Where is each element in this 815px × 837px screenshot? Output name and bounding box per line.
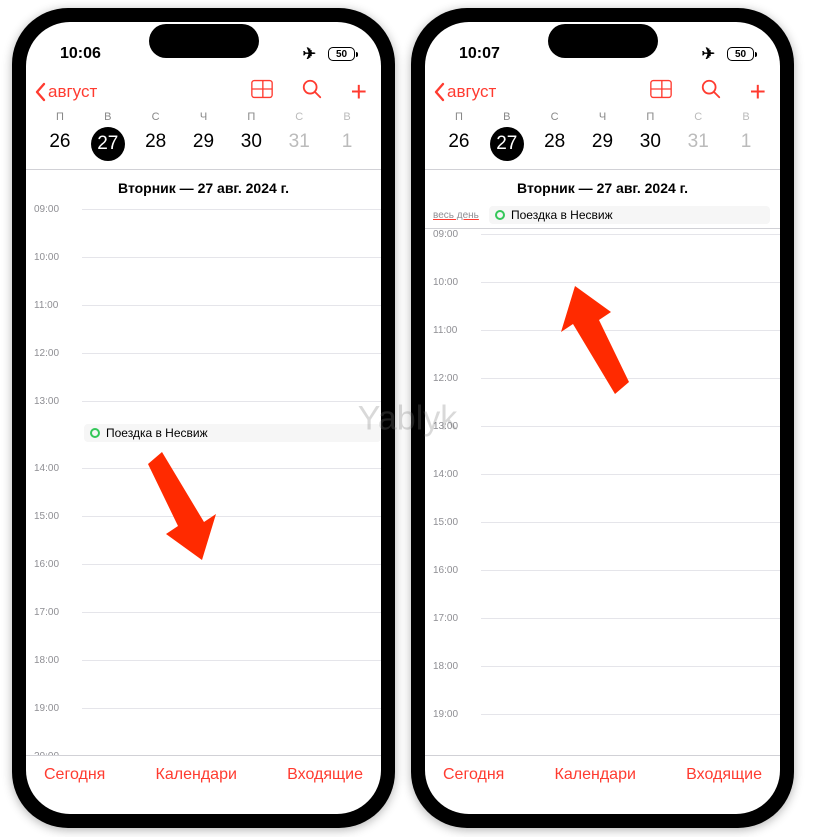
date-cell[interactable]: 29 <box>180 127 228 161</box>
hour-label: 12:00 <box>34 348 82 359</box>
annotation-arrow-icon <box>543 274 633 409</box>
hour-label: 14:00 <box>34 463 82 474</box>
hour-label: 16:00 <box>34 559 82 570</box>
hour-label: 13:00 <box>433 421 481 432</box>
battery-indicator: 50 <box>328 47 355 61</box>
weekday-header: П В С Ч П С В <box>26 111 381 123</box>
inbox-button[interactable]: Входящие <box>287 766 363 784</box>
hour-label: 17:00 <box>433 613 481 624</box>
list-view-icon[interactable] <box>650 78 672 105</box>
weekday-label: Ч <box>180 111 228 123</box>
weekday-label: П <box>435 111 483 123</box>
date-cell[interactable]: 28 <box>132 127 180 161</box>
weekday-label: С <box>674 111 722 123</box>
calendars-button[interactable]: Календари <box>555 766 636 784</box>
event-title: Поездка в Несвиж <box>511 208 613 222</box>
date-cell[interactable]: 1 <box>323 127 371 161</box>
date-cell[interactable]: 30 <box>626 127 674 161</box>
weekday-label: В <box>483 111 531 123</box>
search-icon[interactable] <box>301 78 323 105</box>
hour-label: 10:00 <box>433 277 481 288</box>
weekday-label: П <box>626 111 674 123</box>
date-cell[interactable]: 26 <box>435 127 483 161</box>
hour-label: 14:00 <box>433 469 481 480</box>
phone-right: 10:07 ✈ 50 август <box>411 8 794 828</box>
date-cell[interactable]: 28 <box>531 127 579 161</box>
event-color-icon <box>90 428 100 438</box>
date-cell[interactable]: 26 <box>36 127 84 161</box>
date-cell-selected[interactable]: 27 <box>91 127 125 161</box>
date-cell[interactable]: 31 <box>674 127 722 161</box>
back-label: август <box>48 82 97 102</box>
calendars-button[interactable]: Календари <box>156 766 237 784</box>
weekday-label: С <box>531 111 579 123</box>
week-dates: 26 27 28 29 30 31 1 <box>425 123 780 169</box>
weekday-label: П <box>36 111 84 123</box>
weekday-label: В <box>323 111 371 123</box>
date-cell-selected[interactable]: 27 <box>490 127 524 161</box>
hour-label: 09:00 <box>34 204 82 215</box>
status-time: 10:06 <box>60 45 101 63</box>
hour-label: 19:00 <box>34 703 82 714</box>
weekday-label: С <box>275 111 323 123</box>
date-cell[interactable]: 29 <box>579 127 627 161</box>
hour-label: 12:00 <box>433 373 481 384</box>
day-title: Вторник — 27 авг. 2024 г. <box>26 170 381 204</box>
hour-label: 18:00 <box>34 655 82 666</box>
dynamic-island <box>548 24 658 58</box>
weekday-label: В <box>84 111 132 123</box>
annotation-arrow-icon <box>144 442 234 577</box>
calendar-event-allday[interactable]: Поездка в Несвиж <box>489 206 770 224</box>
status-time: 10:07 <box>459 45 500 63</box>
hour-label: 13:00 <box>34 396 82 407</box>
hour-label: 09:00 <box>433 229 481 240</box>
hour-label: 10:00 <box>34 252 82 263</box>
list-view-icon[interactable] <box>251 78 273 105</box>
hour-label: 18:00 <box>433 661 481 672</box>
weekday-label: Ч <box>579 111 627 123</box>
weekday-label: С <box>132 111 180 123</box>
week-dates: 26 27 28 29 30 31 1 <box>26 123 381 169</box>
hour-label: 17:00 <box>34 607 82 618</box>
battery-indicator: 50 <box>727 47 754 61</box>
hour-label: 20:00 <box>34 751 82 755</box>
calendar-event[interactable]: Поездка в Несвиж <box>84 424 381 442</box>
weekday-header: П В С Ч П С В <box>425 111 780 123</box>
allday-row: весь день Поездка в Несвиж <box>425 204 780 229</box>
date-cell[interactable]: 31 <box>275 127 323 161</box>
hour-label: 11:00 <box>433 325 481 336</box>
hour-label: 16:00 <box>433 565 481 576</box>
weekday-label: П <box>227 111 275 123</box>
event-color-icon <box>495 210 505 220</box>
weekday-label: В <box>722 111 770 123</box>
day-title: Вторник — 27 авг. 2024 г. <box>425 170 780 204</box>
add-event-button[interactable]: + <box>750 81 766 103</box>
dynamic-island <box>149 24 259 58</box>
hour-label: 11:00 <box>34 300 82 311</box>
add-event-button[interactable]: + <box>351 81 367 103</box>
chevron-left-icon <box>433 82 447 102</box>
today-button[interactable]: Сегодня <box>443 766 504 784</box>
back-button[interactable]: август <box>34 82 97 102</box>
search-icon[interactable] <box>700 78 722 105</box>
inbox-button[interactable]: Входящие <box>686 766 762 784</box>
chevron-left-icon <box>34 82 48 102</box>
event-title: Поездка в Несвиж <box>106 426 208 440</box>
phone-left: 10:06 ✈ 50 август <box>12 8 395 828</box>
hour-label: 15:00 <box>433 517 481 528</box>
back-label: август <box>447 82 496 102</box>
today-button[interactable]: Сегодня <box>44 766 105 784</box>
airplane-icon: ✈ <box>303 44 316 64</box>
hour-label: 15:00 <box>34 511 82 522</box>
allday-label: весь день <box>431 210 487 221</box>
back-button[interactable]: август <box>433 82 496 102</box>
date-cell[interactable]: 1 <box>722 127 770 161</box>
airplane-icon: ✈ <box>702 44 715 64</box>
date-cell[interactable]: 30 <box>227 127 275 161</box>
hour-label: 19:00 <box>433 709 481 720</box>
